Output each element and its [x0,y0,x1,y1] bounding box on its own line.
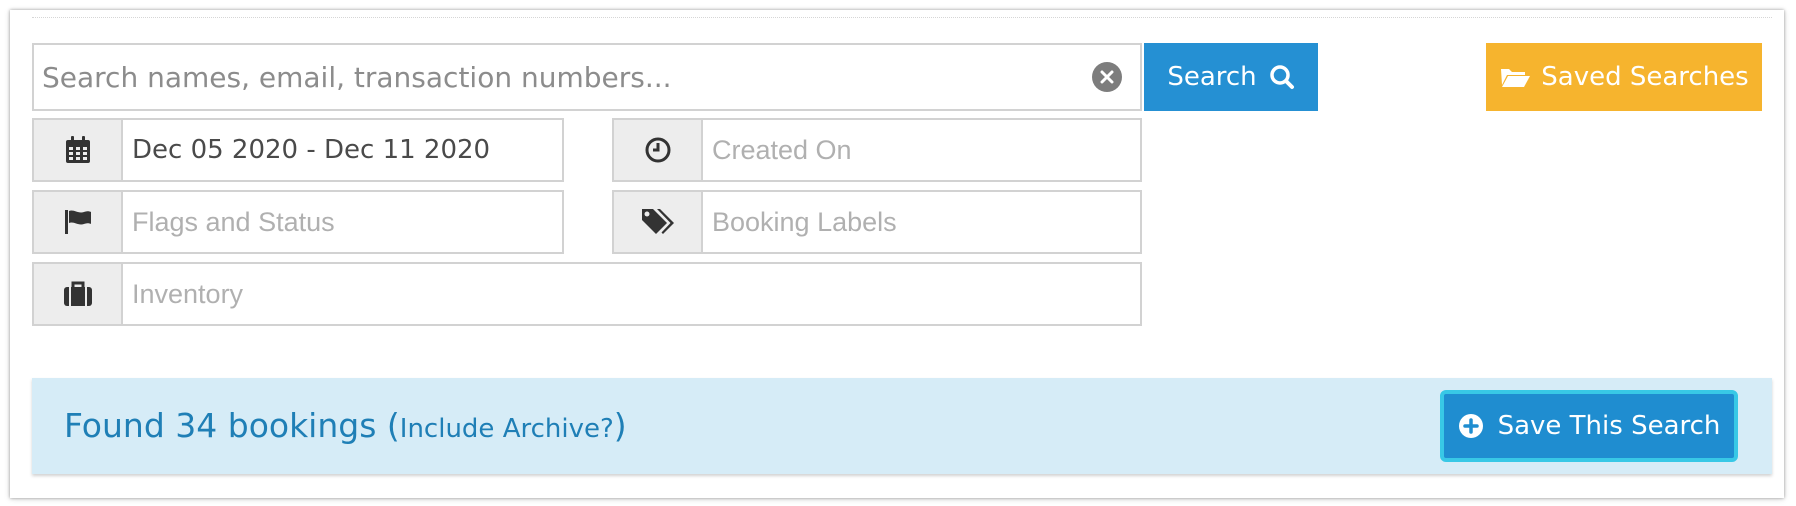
clear-search-button[interactable] [1092,62,1122,92]
flags-status-placeholder: Flags and Status [132,206,335,237]
save-this-search-label: Save This Search [1497,411,1721,441]
clock-icon [645,137,670,163]
flag-icon [64,210,91,234]
search-panel: Search Saved Searches Dec [10,10,1784,498]
search-button[interactable]: Search [1144,43,1318,111]
results-count-text: Found 34 bookings [64,406,377,445]
created-on-addon [614,120,703,180]
search-button-label: Search [1167,62,1257,92]
search-input[interactable] [34,45,1074,109]
briefcase-icon [63,281,92,306]
tags-icon [641,209,674,234]
inventory-field[interactable]: Inventory [32,262,1142,326]
folder-open-icon [1501,69,1531,87]
booking-labels-field[interactable]: Booking Labels [612,190,1142,254]
plus-circle-icon [1458,414,1483,438]
inventory-addon [34,264,123,324]
flags-status-field[interactable]: Flags and Status [32,190,564,254]
date-range-value: Dec 05 2020 - Dec 11 2020 [132,135,491,165]
include-archive-link[interactable]: Include Archive? [400,414,614,444]
date-range-addon [34,120,123,180]
calendar-icon [65,136,90,163]
booking-labels-placeholder: Booking Labels [712,206,897,237]
search-box [32,43,1142,111]
inventory-placeholder: Inventory [132,278,244,309]
booking-labels-addon [614,192,703,252]
flags-status-addon [34,192,123,252]
search-icon [1269,65,1294,89]
saved-searches-label: Saved Searches [1541,62,1749,92]
open-paren: ( [386,406,400,445]
close-paren: ) [613,406,627,445]
date-range-field[interactable]: Dec 05 2020 - Dec 11 2020 [32,118,564,182]
created-on-field[interactable]: Created On [612,118,1142,182]
top-divider [32,17,1772,18]
results-summary: Found 34 bookings (Include Archive?) [64,406,627,445]
results-bar: Found 34 bookings (Include Archive?) Sav… [32,378,1772,474]
saved-searches-button[interactable]: Saved Searches [1486,43,1762,111]
close-circle-icon [1100,70,1114,84]
save-this-search-button[interactable]: Save This Search [1440,390,1738,462]
created-on-placeholder: Created On [712,134,852,165]
